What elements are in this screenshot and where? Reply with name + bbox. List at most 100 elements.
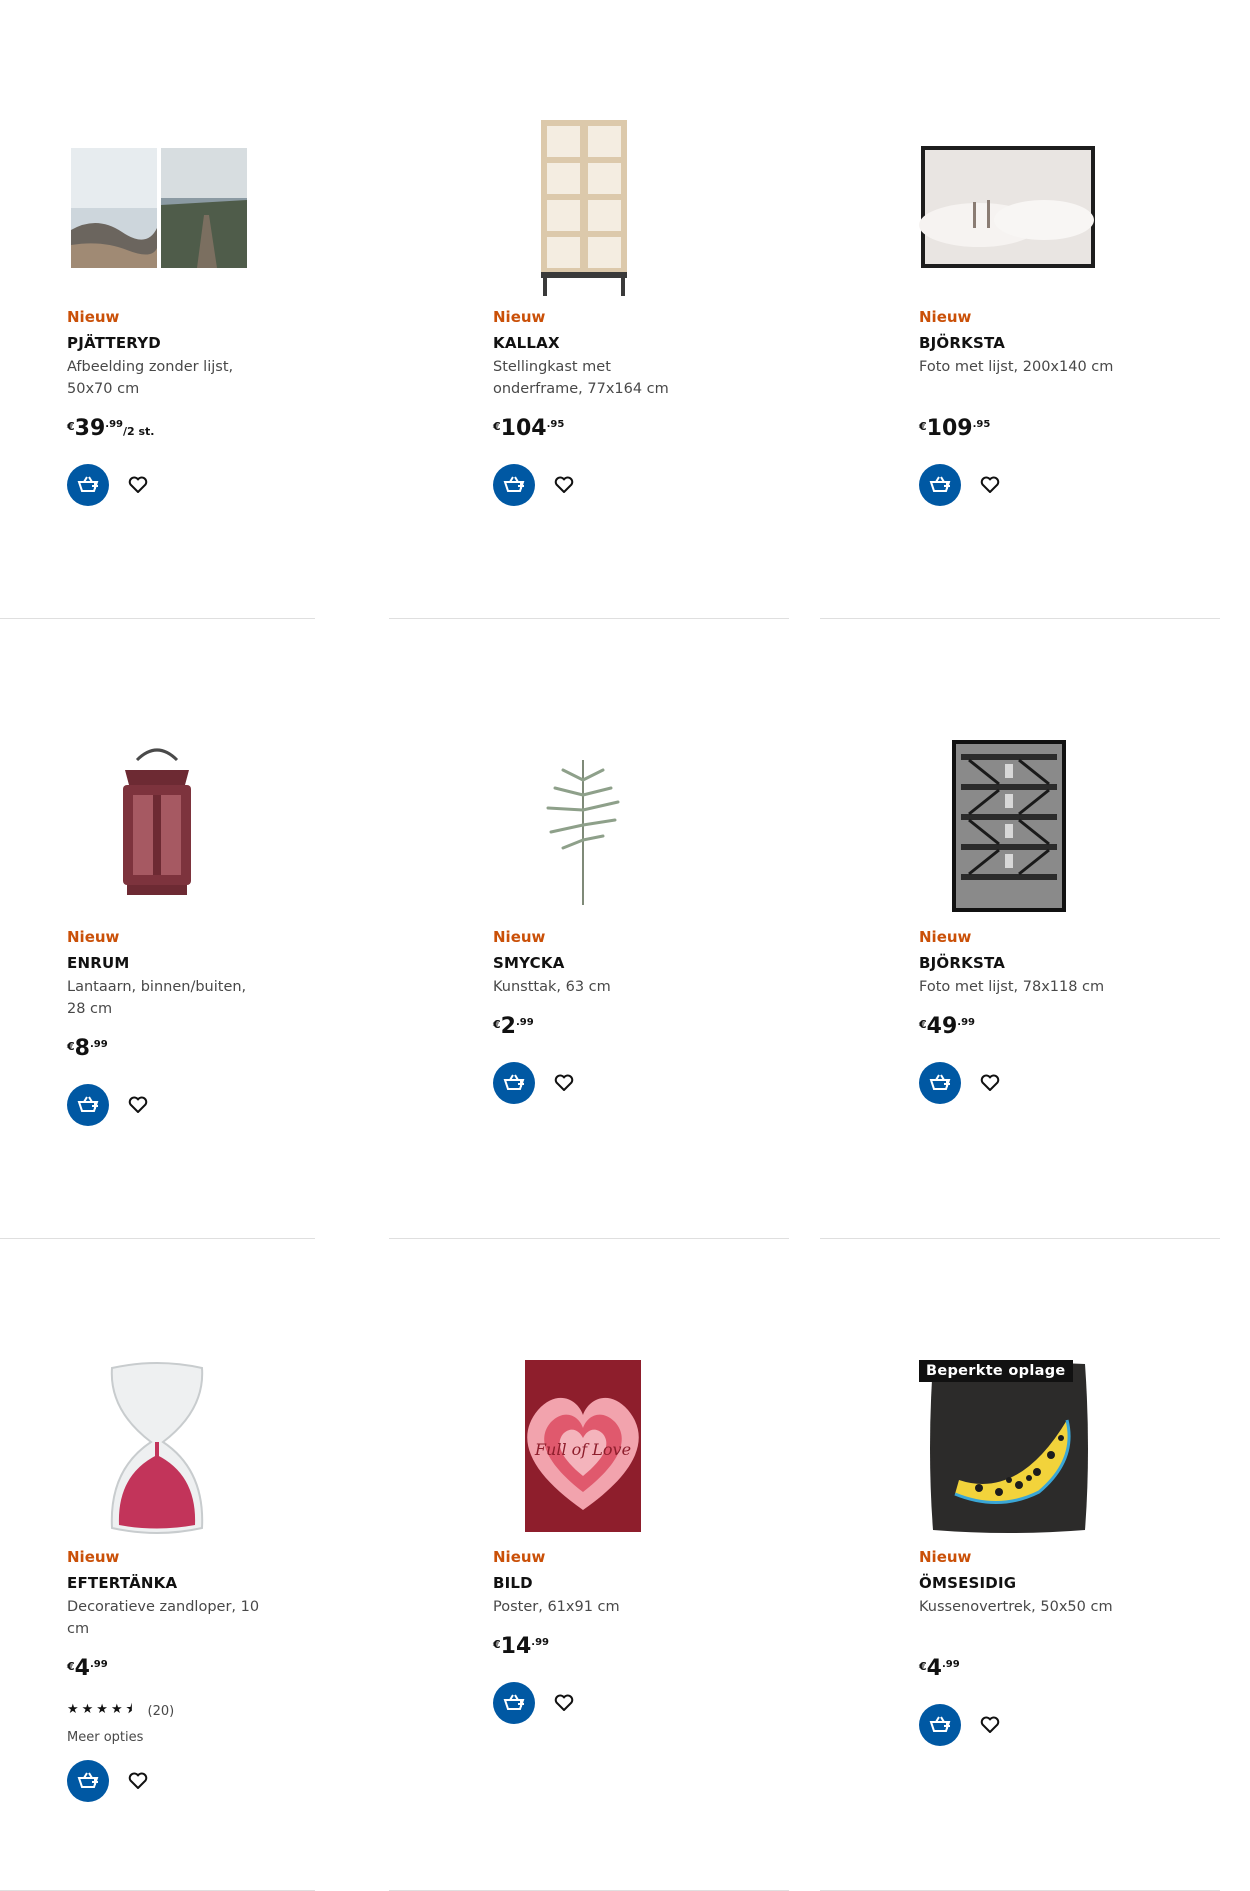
product-name[interactable]: BJÖRKSTA [919, 954, 1005, 972]
heart-icon [554, 1694, 574, 1711]
product-price: €109.95 [919, 416, 990, 441]
product-name[interactable]: BILD [493, 1574, 533, 1592]
product-name[interactable]: BJÖRKSTA [919, 334, 1005, 352]
add-to-favourites-button[interactable] [969, 1062, 1011, 1104]
add-to-cart-icon [77, 1772, 99, 1788]
product-description: Foto met lijst, 78x118 cm [919, 979, 1105, 995]
heart-icon [980, 1074, 1000, 1091]
product-name[interactable]: EFTERTÄNKA [67, 1574, 177, 1592]
product-name[interactable]: ÖMSESIDIG [919, 1574, 1016, 1592]
new-badge: Nieuw [67, 1548, 120, 1566]
price-currency: € [919, 420, 927, 433]
new-badge: Nieuw [493, 928, 546, 946]
product-image[interactable] [493, 740, 809, 930]
product-image[interactable]: Beperkte oplage [919, 1360, 1235, 1550]
product-description: Foto met lijst, 200x140 cm [919, 359, 1114, 375]
price-integer: 104 [500, 416, 547, 441]
product-image[interactable] [919, 740, 1235, 930]
add-to-cart-button[interactable] [493, 1682, 535, 1724]
pjatteryd-image [71, 148, 247, 268]
add-to-cart-button[interactable] [919, 1704, 961, 1746]
add-to-favourites-button[interactable] [969, 1704, 1011, 1746]
add-to-cart-button[interactable] [919, 464, 961, 506]
product-name[interactable]: SMYCKA [493, 954, 565, 972]
product-description: Kunsttak, 63 cm [493, 979, 611, 995]
product-image[interactable] [919, 120, 1235, 310]
add-to-favourites-button[interactable] [117, 1084, 159, 1126]
add-to-cart-button[interactable] [493, 464, 535, 506]
add-to-cart-button[interactable] [67, 464, 109, 506]
price-integer: 2 [500, 1014, 516, 1039]
product-image[interactable] [493, 120, 809, 310]
heart-icon [128, 1772, 148, 1789]
add-to-cart-icon [929, 1716, 951, 1732]
add-to-cart-icon [77, 1096, 99, 1112]
limited-edition-badge: Beperkte oplage [919, 1360, 1073, 1382]
rating-count: (20) [147, 1703, 175, 1719]
price-integer: 14 [500, 1634, 532, 1659]
add-to-favourites-button[interactable] [543, 1062, 585, 1104]
omsesidig-image [930, 1362, 1088, 1533]
row-divider [389, 1238, 789, 1239]
price-currency: € [67, 1660, 75, 1673]
new-badge: Nieuw [493, 308, 546, 326]
star-icon: ★★★★⯨ [67, 1702, 136, 1717]
add-to-favourites-button[interactable] [969, 464, 1011, 506]
price-decimals: .99 [89, 1659, 108, 1670]
price-currency: € [493, 1018, 501, 1031]
row-divider [820, 1238, 1220, 1239]
add-to-favourites-button[interactable] [543, 464, 585, 506]
smycka-image [546, 760, 620, 905]
add-to-cart-button[interactable] [67, 1084, 109, 1126]
bild-poster-image: Full of Love [525, 1360, 641, 1532]
add-to-cart-button[interactable] [493, 1062, 535, 1104]
product-price: €4.99 [919, 1656, 960, 1681]
price-integer: 109 [926, 416, 973, 441]
product-name[interactable]: KALLAX [493, 334, 560, 352]
product-description: Stellingkast met onderframe, 77x164 cm [493, 359, 669, 397]
product-price: €104.95 [493, 416, 564, 441]
add-to-cart-button[interactable] [919, 1062, 961, 1104]
product-image[interactable] [67, 120, 383, 310]
product-name[interactable]: ENRUM [67, 954, 129, 972]
add-to-cart-button[interactable] [67, 1760, 109, 1802]
row-divider [820, 618, 1220, 619]
product-image[interactable] [67, 740, 383, 930]
add-to-favourites-button[interactable] [117, 1760, 159, 1802]
more-options-link[interactable]: Meer opties [67, 1730, 143, 1745]
product-rating[interactable]: ★★★★⯨ (20) [67, 1700, 174, 1722]
product-description: Kussenovertrek, 50x50 cm [919, 1599, 1113, 1615]
price-decimals: .99 [89, 1039, 108, 1050]
new-badge: Nieuw [67, 308, 120, 326]
price-currency: € [67, 420, 75, 433]
product-image[interactable]: Full of Love [493, 1360, 809, 1550]
add-to-cart-icon [77, 476, 99, 492]
product-price: €8.99 [67, 1036, 108, 1061]
price-decimals: .95 [972, 419, 991, 430]
price-integer: 39 [74, 416, 106, 441]
price-currency: € [493, 1638, 501, 1651]
add-to-cart-icon [929, 476, 951, 492]
product-description: Lantaarn, binnen/buiten, 28 cm [67, 979, 247, 1017]
price-currency: € [493, 420, 501, 433]
kallax-image [541, 120, 627, 296]
product-image[interactable] [67, 1360, 383, 1550]
product-description: Afbeelding zonder lijst, 50x70 cm [67, 359, 234, 397]
row-divider [0, 1238, 315, 1239]
new-badge: Nieuw [919, 1548, 972, 1566]
price-decimals: .99 [531, 1637, 549, 1648]
add-to-favourites-button[interactable] [543, 1682, 585, 1724]
new-badge: Nieuw [493, 1548, 546, 1566]
heart-icon [980, 476, 1000, 493]
bjorksta-large-image [919, 146, 1095, 268]
price-integer: 4 [926, 1656, 942, 1681]
price-decimals: .99 [515, 1017, 534, 1028]
price-decimals: .95 [546, 419, 565, 430]
heart-icon [128, 476, 148, 493]
product-name[interactable]: PJÄTTERYD [67, 334, 161, 352]
add-to-favourites-button[interactable] [117, 464, 159, 506]
add-to-cart-icon [503, 1694, 525, 1710]
new-badge: Nieuw [919, 928, 972, 946]
eftertanka-image [110, 1362, 204, 1534]
price-currency: € [919, 1660, 927, 1673]
